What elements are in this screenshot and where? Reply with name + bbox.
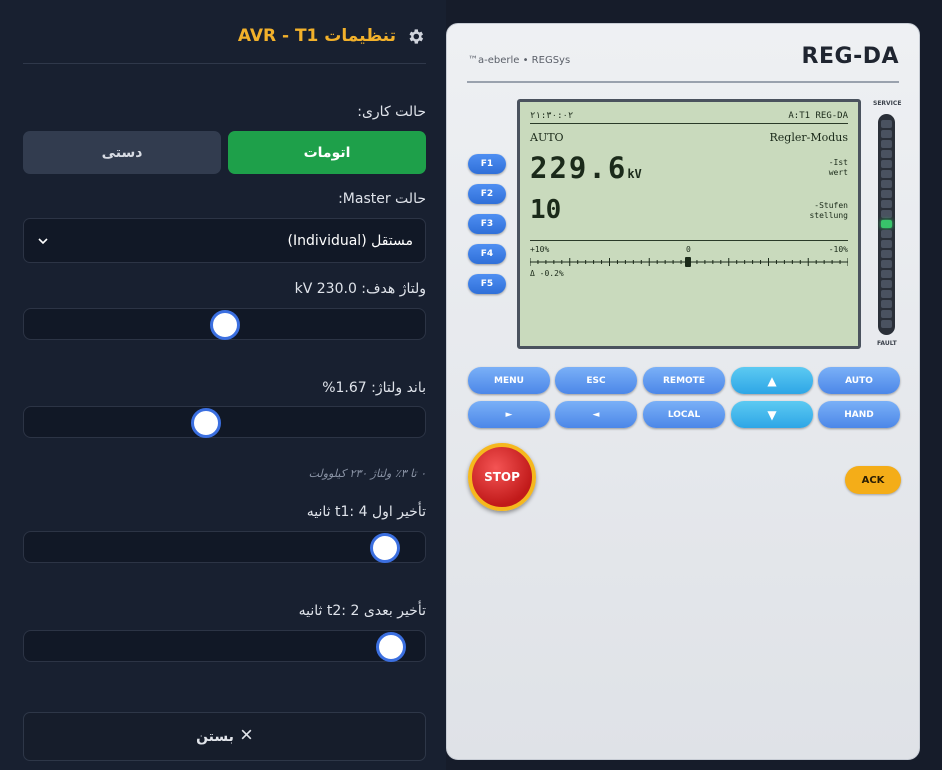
mode-label: حالت کاری: — [357, 104, 426, 120]
reg-da-device: ™a-eberle • REGSys REG-DA F1 F2 F3 F4 F5… — [446, 23, 920, 760]
manual-mode-button[interactable]: دستی — [23, 131, 221, 174]
voltage-band-slider[interactable] — [23, 406, 426, 438]
f1-button[interactable]: F1 — [468, 154, 506, 174]
lcd-delta: Δ -0.2% — [530, 269, 564, 278]
auto-mode-button[interactable]: اتومات — [228, 131, 426, 174]
led-indicator — [881, 290, 892, 298]
led-indicator — [881, 130, 892, 138]
brand-label: ™a-eberle • REGSys — [468, 55, 571, 66]
led-indicator — [881, 180, 892, 188]
lcd-voltage-value: 229.6 — [530, 151, 628, 185]
lcd-ist-line2: wert — [828, 168, 848, 177]
settings-panel: تنظیمات AVR - T1 حالت کاری: دستی اتومات … — [0, 0, 446, 770]
lcd-display: ۲۱:۳۰:۰۲ A:T1 REG-DA AUTO Regler-Modus 2… — [517, 99, 861, 349]
right-button[interactable]: ► — [468, 401, 550, 428]
slider-thumb[interactable] — [210, 310, 240, 340]
voltage-band-hint: ۰ تا ۳٪ ولتاژ ۲۳۰ کیلوولت — [308, 467, 426, 480]
target-voltage-label: ولتاژ هدف: 230.0 kV — [294, 281, 426, 297]
f5-button[interactable]: F5 — [468, 274, 506, 294]
led-indicator — [881, 310, 892, 318]
led-indicator — [881, 240, 892, 248]
lcd-mode-caption: Regler-Modus — [769, 131, 849, 144]
close-button[interactable]: بستن — [23, 712, 426, 761]
lcd-scale-center: 0 — [686, 245, 691, 254]
led-indicator — [881, 120, 892, 128]
esc-button[interactable]: ESC — [555, 367, 637, 394]
master-mode-value: مستقل (Individual) — [287, 232, 413, 249]
lcd-stufen-line2: stellung — [809, 211, 848, 220]
lcd-deviation-scale — [530, 257, 848, 267]
lcd-time: ۲۱:۳۰:۰۲ — [530, 110, 574, 121]
lcd-status-bar: ۲۱:۳۰:۰۲ A:T1 REG-DA — [530, 108, 848, 124]
led-indicator-active — [881, 220, 892, 228]
settings-title: تنظیمات AVR - T1 — [237, 26, 396, 46]
master-mode-select[interactable]: مستقل (Individual) — [23, 218, 426, 263]
led-indicator — [881, 260, 892, 268]
led-indicator — [881, 270, 892, 278]
led-indicator — [881, 320, 892, 328]
divider — [467, 81, 899, 83]
raise-button[interactable]: ▲ — [731, 367, 813, 394]
f2-button[interactable]: F2 — [468, 184, 506, 204]
slider-thumb[interactable] — [376, 632, 406, 662]
lcd-stufen-line1: -Stufen — [814, 201, 848, 210]
lcd-scale-left: +10% — [530, 245, 550, 254]
remote-button[interactable]: REMOTE — [643, 367, 725, 394]
device-model: REG-DA — [801, 44, 899, 69]
lcd-voltage-reading: 229.6kV — [530, 151, 642, 185]
left-button[interactable]: ◄ — [555, 401, 637, 428]
led-indicator — [881, 150, 892, 158]
led-indicator — [881, 230, 892, 238]
led-indicator — [881, 280, 892, 288]
lcd-ist-caption: -Ist wert — [829, 158, 848, 178]
lcd-divider — [530, 240, 848, 241]
ack-button[interactable]: ACK — [845, 466, 901, 494]
lcd-stufen-caption: -Stufen stellung — [809, 201, 848, 221]
f4-button[interactable]: F4 — [468, 244, 506, 264]
service-label: SERVICE — [873, 100, 902, 107]
lcd-scale-right: -10% — [828, 245, 848, 254]
fault-label: FAULT — [877, 340, 897, 347]
lcd-mode: AUTO — [530, 131, 564, 144]
slider-thumb[interactable] — [191, 408, 221, 438]
led-indicator — [881, 160, 892, 168]
local-button[interactable]: LOCAL — [643, 401, 725, 428]
target-voltage-slider[interactable] — [23, 308, 426, 340]
led-indicator — [881, 210, 892, 218]
led-indicator — [881, 200, 892, 208]
close-label: بستن — [196, 728, 234, 745]
voltage-band-label: باند ولتاژ: 1.67% — [322, 380, 426, 396]
next-delay-slider[interactable] — [23, 630, 426, 662]
lcd-voltage-unit: kV — [627, 167, 642, 181]
f3-button[interactable]: F3 — [468, 214, 506, 234]
settings-header: تنظیمات AVR - T1 — [23, 22, 426, 64]
led-indicator — [881, 140, 892, 148]
master-label: حالت Master: — [338, 191, 426, 207]
next-delay-label: تأخیر بعدی t2: 2 ثانیه — [298, 603, 426, 619]
first-delay-label: تأخیر اول t1: 4 ثانیه — [306, 504, 426, 520]
led-indicator — [881, 300, 892, 308]
led-bar — [878, 114, 895, 335]
lcd-device-id: A:T1 REG-DA — [788, 110, 848, 121]
gear-icon — [404, 22, 426, 50]
stop-button[interactable]: STOP — [468, 443, 536, 511]
led-indicator — [881, 250, 892, 258]
auto-button[interactable]: AUTO — [818, 367, 900, 394]
slider-thumb[interactable] — [370, 533, 400, 563]
chevron-down-icon — [36, 234, 50, 248]
menu-button[interactable]: MENU — [468, 367, 550, 394]
lcd-tap-position: 10 — [530, 195, 562, 225]
close-icon — [240, 728, 253, 745]
lower-button[interactable]: ▼ — [731, 401, 813, 428]
led-indicator — [881, 170, 892, 178]
first-delay-slider[interactable] — [23, 531, 426, 563]
led-indicator — [881, 190, 892, 198]
hand-button[interactable]: HAND — [818, 401, 900, 428]
lcd-ist-line1: -Ist — [828, 158, 848, 167]
